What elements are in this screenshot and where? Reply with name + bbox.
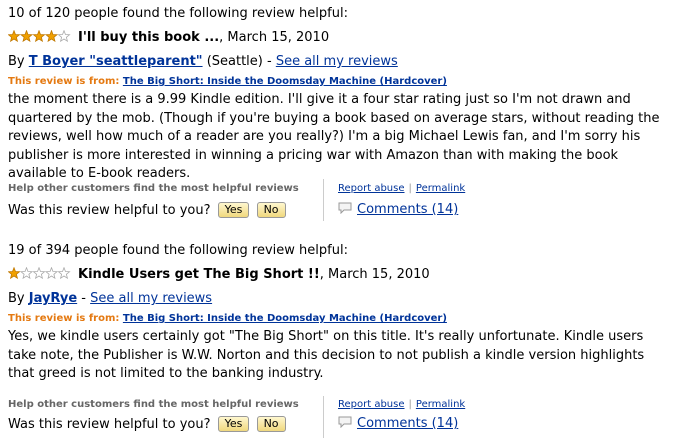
author-link[interactable]: T Boyer "seattleparent": [29, 54, 203, 69]
review-actions: Report abuse | Permalink: [338, 399, 465, 410]
permalink-link[interactable]: Permalink: [416, 183, 465, 194]
review-actions: Report abuse | Permalink: [338, 183, 465, 194]
star-empty-icon: [32, 267, 46, 279]
author-link[interactable]: JayRye: [29, 291, 77, 306]
comment-bubble-icon: [338, 202, 352, 214]
no-button[interactable]: No: [256, 416, 286, 432]
review-source: This review is from: The Big Short: Insi…: [8, 75, 447, 89]
review-title-row: I'll buy this book ..., March 15, 2010: [8, 29, 329, 47]
review-title-row: Kindle Users get The Big Short !!, March…: [8, 266, 430, 284]
help-other-customers: Help other customers find the most helpf…: [8, 183, 299, 194]
review-body: the moment there is a 9.99 Kindle editio…: [8, 92, 660, 181]
review-title: Kindle Users get The Big Short !!: [78, 267, 320, 282]
helpful-count: 10 of 120 people found the following rev…: [8, 6, 348, 21]
from-label: This review is from:: [8, 313, 123, 324]
see-all-reviews-link[interactable]: See all my reviews: [90, 291, 212, 306]
was-helpful-question: Was this review helpful to you?: [8, 203, 211, 218]
footer-divider: [323, 396, 324, 438]
no-button[interactable]: No: [256, 202, 286, 218]
star-filled-icon: [8, 30, 21, 42]
product-link[interactable]: The Big Short: Inside the Doomsday Machi…: [123, 313, 447, 324]
yes-button[interactable]: Yes: [217, 202, 250, 218]
vote-row: Was this review helpful to you? Yes No: [8, 416, 286, 432]
comments-link[interactable]: Comments (14): [357, 202, 458, 217]
separator: |: [408, 399, 412, 410]
author-location: -: [77, 291, 91, 306]
report-abuse-link[interactable]: Report abuse: [338, 183, 405, 194]
report-abuse-link[interactable]: Report abuse: [338, 399, 405, 410]
star-empty-icon: [57, 30, 71, 42]
footer-divider: [323, 179, 324, 221]
byline: By T Boyer "seattleparent" (Seattle) - S…: [8, 53, 398, 71]
help-other-customers: Help other customers find the most helpf…: [8, 399, 299, 410]
star-filled-icon: [44, 30, 59, 42]
see-all-reviews-link[interactable]: See all my reviews: [276, 54, 398, 69]
star-filled-icon: [8, 267, 21, 279]
star-empty-icon: [19, 267, 34, 279]
product-link[interactable]: The Big Short: Inside the Doomsday Machi…: [123, 76, 447, 87]
review-date: , March 15, 2010: [219, 30, 330, 45]
review-title: I'll buy this book ...: [78, 30, 220, 45]
star-filled-icon: [19, 30, 34, 42]
was-helpful-question: Was this review helpful to you?: [8, 417, 211, 432]
by-label: By: [8, 54, 29, 69]
separator: |: [408, 183, 412, 194]
comments: Comments (14): [338, 416, 458, 431]
star-empty-icon: [57, 267, 71, 279]
review-source: This review is from: The Big Short: Insi…: [8, 312, 447, 326]
byline: By JayRye - See all my reviews: [8, 290, 212, 308]
star-rating-icon: [8, 267, 71, 279]
star-empty-icon: [44, 267, 59, 279]
yes-button[interactable]: Yes: [217, 416, 250, 432]
review-body: Yes, we kindle users certainly got "The …: [8, 329, 645, 381]
review-date: , March 15, 2010: [319, 267, 430, 282]
comments-link[interactable]: Comments (14): [357, 416, 458, 431]
author-location: (Seattle) -: [202, 54, 276, 69]
permalink-link[interactable]: Permalink: [416, 399, 465, 410]
comments: Comments (14): [338, 202, 458, 217]
comment-bubble-icon: [338, 416, 352, 428]
vote-row: Was this review helpful to you? Yes No: [8, 202, 286, 218]
helpful-count: 19 of 394 people found the following rev…: [8, 243, 348, 258]
from-label: This review is from:: [8, 76, 123, 87]
star-rating-icon: [8, 30, 71, 42]
star-filled-icon: [32, 30, 46, 42]
by-label: By: [8, 291, 29, 306]
